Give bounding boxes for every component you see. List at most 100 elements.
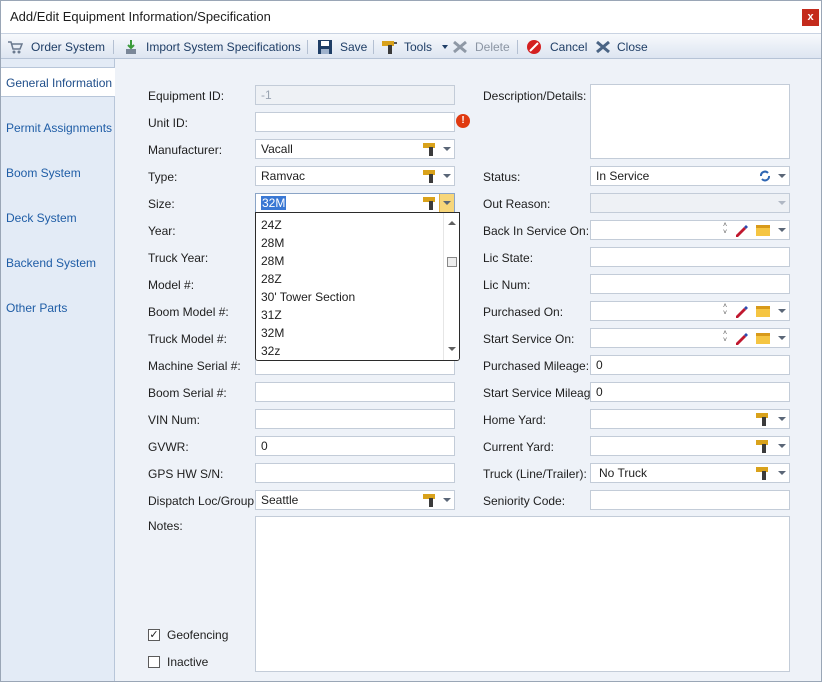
chevron-down-icon[interactable] bbox=[778, 174, 786, 178]
boom-serial-label: Boom Serial #: bbox=[148, 386, 227, 400]
tab-deck-system[interactable]: Deck System bbox=[1, 203, 114, 233]
delete-icon bbox=[452, 39, 468, 55]
status-dropdown[interactable]: In Service bbox=[590, 166, 790, 186]
order-system-button[interactable]: Order System bbox=[7, 38, 105, 56]
purchased-mileage-label: Purchased Mileage: bbox=[483, 359, 590, 373]
refresh-icon[interactable] bbox=[758, 169, 772, 183]
current-yard-label: Current Yard: bbox=[483, 440, 554, 454]
manufacturer-dropdown[interactable]: Vacall bbox=[255, 139, 455, 159]
drill-icon[interactable] bbox=[422, 168, 438, 184]
drill-icon[interactable] bbox=[422, 492, 438, 508]
import-specs-button[interactable]: Import System Specifications bbox=[123, 38, 301, 56]
chevron-down-icon[interactable] bbox=[778, 444, 786, 448]
gps-field[interactable] bbox=[255, 463, 455, 483]
geofencing-checkbox[interactable]: ✓ bbox=[148, 629, 160, 641]
notes-label: Notes: bbox=[148, 519, 183, 533]
chevron-down-icon[interactable] bbox=[778, 201, 786, 205]
list-item[interactable]: 32M bbox=[261, 326, 284, 340]
out-reason-dropdown[interactable] bbox=[590, 193, 790, 213]
chevron-down-icon[interactable] bbox=[443, 174, 451, 178]
dispatch-dropdown[interactable]: Seattle bbox=[255, 490, 455, 510]
tab-boom-system[interactable]: Boom System bbox=[1, 158, 114, 188]
vin-label: VIN Num: bbox=[148, 413, 201, 427]
equipment-dialog: Add/Edit Equipment Information/Specifica… bbox=[0, 0, 822, 682]
toolbar: Order System Import System Specification… bbox=[1, 33, 821, 59]
start-service-mileage-field[interactable]: 0 bbox=[590, 382, 790, 402]
description-textarea[interactable] bbox=[590, 84, 790, 159]
size-dropdown[interactable]: 32M bbox=[255, 193, 455, 213]
tab-general-information[interactable]: General Information bbox=[1, 67, 115, 97]
scroll-down-icon[interactable] bbox=[448, 347, 456, 351]
drill-icon[interactable] bbox=[755, 465, 771, 481]
chevron-down-icon[interactable] bbox=[443, 498, 451, 502]
truck-line-trailer-dropdown[interactable]: No Truck bbox=[590, 463, 790, 483]
dispatch-label: Dispatch Loc/Group: bbox=[148, 494, 258, 508]
list-item[interactable]: 28M bbox=[261, 254, 284, 268]
chevron-down-icon[interactable] bbox=[778, 336, 786, 340]
list-item[interactable]: 30' Tower Section bbox=[261, 290, 355, 304]
gvwr-field[interactable]: 0 bbox=[255, 436, 455, 456]
delete-button[interactable]: Delete bbox=[452, 38, 510, 56]
notes-textarea[interactable] bbox=[255, 516, 790, 672]
tab-other-parts[interactable]: Other Parts bbox=[1, 293, 114, 323]
drill-icon[interactable] bbox=[422, 141, 438, 157]
chevron-down-icon[interactable] bbox=[778, 471, 786, 475]
purchased-mileage-field[interactable]: 0 bbox=[590, 355, 790, 375]
pencil-icon[interactable] bbox=[733, 222, 749, 238]
list-item[interactable]: 28M bbox=[261, 236, 284, 250]
chevron-down-icon[interactable] bbox=[778, 228, 786, 232]
drill-icon[interactable] bbox=[422, 195, 438, 211]
tab-backend-system[interactable]: Backend System bbox=[1, 248, 114, 278]
list-item[interactable]: 28Z bbox=[261, 272, 282, 286]
lic-state-field[interactable] bbox=[590, 247, 790, 267]
seniority-code-field[interactable] bbox=[590, 490, 790, 510]
truck-year-label: Truck Year: bbox=[148, 251, 209, 265]
scroll-thumb[interactable] bbox=[447, 257, 457, 267]
purchased-on-date[interactable]: ˄ ˅ bbox=[590, 301, 790, 321]
calendar-icon[interactable] bbox=[756, 331, 771, 344]
spin-buttons[interactable]: ˄ ˅ bbox=[721, 303, 729, 319]
pencil-icon[interactable] bbox=[733, 330, 749, 346]
boom-serial-field[interactable] bbox=[255, 382, 455, 402]
equipment-id-field[interactable]: -1 bbox=[255, 85, 455, 105]
list-item[interactable]: 31Z bbox=[261, 308, 282, 322]
side-tabs: General Information Permit Assignments B… bbox=[1, 59, 115, 681]
list-scrollbar[interactable] bbox=[443, 213, 459, 360]
unit-id-field[interactable] bbox=[255, 112, 455, 132]
spin-buttons[interactable]: ˄ ˅ bbox=[721, 330, 729, 346]
type-dropdown[interactable]: Ramvac bbox=[255, 166, 455, 186]
close-icon bbox=[595, 39, 611, 55]
drill-icon[interactable] bbox=[755, 411, 771, 427]
tab-permit-assignments[interactable]: Permit Assignments bbox=[1, 113, 114, 143]
start-service-mileage-label: Start Service Mileage: bbox=[483, 386, 601, 400]
close-button[interactable]: Close bbox=[595, 38, 648, 56]
vin-field[interactable] bbox=[255, 409, 455, 429]
save-button[interactable]: Save bbox=[317, 38, 367, 56]
drill-icon[interactable] bbox=[755, 438, 771, 454]
pencil-icon[interactable] bbox=[733, 303, 749, 319]
close-window-button[interactable]: x bbox=[802, 9, 819, 26]
lic-num-field[interactable] bbox=[590, 274, 790, 294]
tools-label: Tools bbox=[404, 40, 433, 54]
error-icon[interactable]: ! bbox=[456, 114, 470, 128]
inactive-checkbox[interactable] bbox=[148, 656, 160, 668]
tools-menu-button[interactable]: Tools bbox=[381, 38, 449, 56]
chevron-down-icon[interactable] bbox=[778, 417, 786, 421]
back-in-service-label: Back In Service On: bbox=[483, 224, 590, 238]
scroll-up-icon[interactable] bbox=[448, 221, 456, 225]
spin-buttons[interactable]: ˄ ˅ bbox=[721, 222, 729, 238]
list-item[interactable]: 32z bbox=[261, 344, 280, 358]
chevron-down-icon[interactable] bbox=[778, 309, 786, 313]
chevron-down-icon[interactable] bbox=[443, 147, 451, 151]
calendar-icon[interactable] bbox=[756, 223, 771, 236]
window-title: Add/Edit Equipment Information/Specifica… bbox=[10, 9, 271, 24]
manufacturer-label: Manufacturer: bbox=[148, 143, 223, 157]
list-item[interactable]: 24Z bbox=[261, 218, 282, 232]
current-yard-dropdown[interactable] bbox=[590, 436, 790, 456]
home-yard-dropdown[interactable] bbox=[590, 409, 790, 429]
chevron-down-icon[interactable] bbox=[443, 201, 451, 205]
back-in-service-date[interactable]: ˄ ˅ bbox=[590, 220, 790, 240]
calendar-icon[interactable] bbox=[756, 304, 771, 317]
start-service-on-date[interactable]: ˄ ˅ bbox=[590, 328, 790, 348]
cancel-button[interactable]: Cancel bbox=[526, 38, 587, 56]
